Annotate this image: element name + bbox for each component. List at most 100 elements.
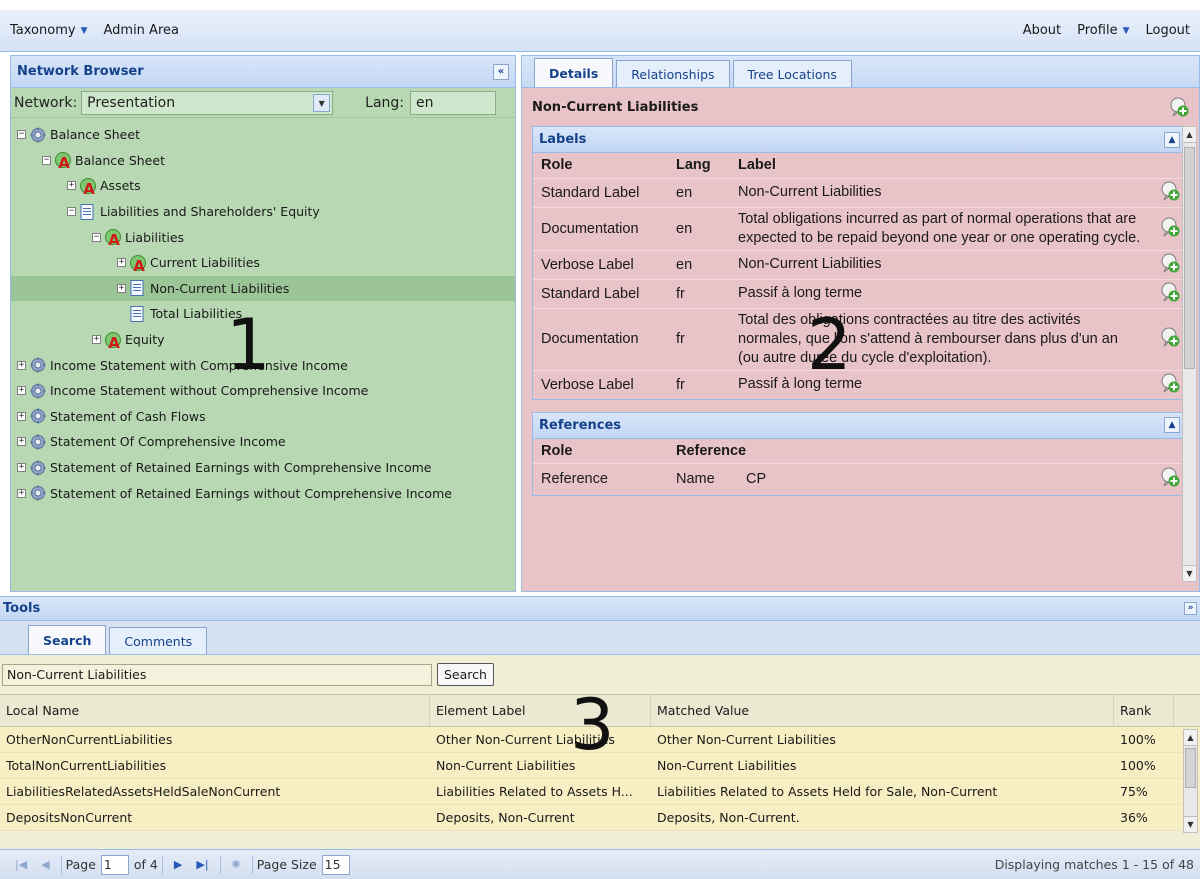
expand-icon[interactable]: + bbox=[17, 437, 26, 447]
details-panel: Details Relationships Tree Locations Non… bbox=[521, 55, 1200, 592]
tree-node[interactable]: + A Current Liabilities bbox=[11, 250, 515, 276]
column-header-empty bbox=[1150, 439, 1186, 464]
profile-menu[interactable]: Profile ▼ bbox=[1077, 23, 1129, 38]
table-row[interactable]: OtherNonCurrentLiabilities Other Non-Curr… bbox=[0, 727, 1200, 753]
column-header[interactable]: Matched Value bbox=[651, 695, 1114, 726]
collapse-down-icon[interactable]: » bbox=[1184, 602, 1197, 615]
collapse-icon[interactable]: − bbox=[42, 155, 51, 165]
refresh-icon[interactable]: ✺ bbox=[232, 858, 241, 871]
table-row[interactable]: TotalNonCurrentLiabilities Non-Current Li… bbox=[0, 753, 1200, 779]
label-row[interactable]: Verbose Label fr Passif à long terme bbox=[533, 369, 1186, 399]
expand-icon[interactable]: + bbox=[67, 181, 76, 191]
admin-area-link[interactable]: Admin Area bbox=[103, 23, 178, 38]
collapse-left-icon[interactable]: « bbox=[493, 63, 509, 80]
chevron-down-icon[interactable]: ▼ bbox=[313, 93, 331, 112]
label-row[interactable]: Verbose Label en Non-Current Liabilities bbox=[533, 249, 1186, 279]
tree-node[interactable]: − Balance Sheet bbox=[11, 122, 515, 148]
tab-relationships[interactable]: Relationships bbox=[616, 60, 730, 87]
add-icon[interactable] bbox=[1169, 97, 1189, 117]
about-link[interactable]: About bbox=[1023, 23, 1061, 38]
label-row[interactable]: Documentation fr Total des obligations con… bbox=[533, 307, 1186, 370]
separator bbox=[161, 855, 163, 874]
expand-icon[interactable]: + bbox=[17, 488, 26, 498]
page-number-input[interactable]: 1 bbox=[100, 854, 129, 875]
tree-node[interactable]: − Liabilities and Shareholders' Equity bbox=[11, 199, 515, 225]
column-header-empty bbox=[1150, 153, 1186, 178]
scroll-down-icon[interactable]: ▼ bbox=[1183, 565, 1196, 581]
taxonomy-menu[interactable]: Taxonomy ▼ bbox=[10, 23, 87, 38]
tree-node[interactable]: Total Liabilities bbox=[11, 301, 515, 327]
tree-node-label: Liabilities and Shareholders' Equity bbox=[100, 204, 320, 220]
result-rank-cell: 100% bbox=[1120, 732, 1156, 747]
collapse-icon[interactable]: − bbox=[17, 130, 26, 140]
table-row[interactable]: DepositsNonCurrent Deposits, Non-Current D… bbox=[0, 805, 1200, 831]
reference-row[interactable]: Reference Name CP bbox=[533, 463, 1186, 495]
prev-page-icon[interactable]: ◀ bbox=[41, 858, 49, 871]
references-section-title: References bbox=[539, 417, 622, 433]
add-comment-icon[interactable] bbox=[1160, 467, 1180, 487]
next-page-icon[interactable]: ▶ bbox=[174, 858, 182, 871]
collapse-icon[interactable]: − bbox=[67, 207, 76, 217]
tree-node[interactable]: + Statement Of Comprehensive Income bbox=[11, 429, 515, 455]
collapse-icon[interactable]: − bbox=[92, 232, 101, 242]
network-select-value: Presentation bbox=[87, 94, 176, 111]
scrollbar-thumb[interactable] bbox=[1184, 147, 1195, 369]
page-size-input[interactable]: 15 bbox=[321, 854, 350, 875]
expand-icon[interactable]: + bbox=[17, 386, 26, 396]
tree-node[interactable]: + A Assets bbox=[11, 173, 515, 199]
tree-node[interactable]: + Income Statement without Comprehensive … bbox=[11, 378, 515, 404]
column-header[interactable]: Local Name bbox=[0, 695, 430, 726]
expand-icon[interactable]: + bbox=[17, 360, 26, 370]
scroll-up-icon[interactable]: ▲ bbox=[1184, 730, 1197, 746]
table-row[interactable]: LiabilitiesRelatedAssetsHeldSaleNonCurre… bbox=[0, 779, 1200, 805]
last-page-icon[interactable]: ▶| bbox=[196, 858, 208, 871]
expand-icon[interactable]: + bbox=[117, 283, 126, 293]
tree-node[interactable]: + Statement of Retained Earnings without … bbox=[11, 480, 515, 506]
tree-node[interactable]: − A Liabilities bbox=[11, 224, 515, 250]
tree-node-label: Equity bbox=[125, 332, 165, 348]
gear-icon bbox=[30, 408, 46, 424]
search-input[interactable]: Non-Current Liabilities bbox=[2, 663, 432, 686]
expand-icon[interactable]: + bbox=[117, 258, 126, 268]
tree-node[interactable]: + Non-Current Liabilities bbox=[11, 275, 515, 302]
scroll-down-icon[interactable]: ▼ bbox=[1184, 816, 1197, 832]
add-comment-icon[interactable] bbox=[1160, 327, 1180, 347]
tree-node[interactable]: + Statement of Retained Earnings with Com… bbox=[11, 455, 515, 481]
tab-search[interactable]: Search bbox=[28, 625, 107, 654]
scrollbar-thumb[interactable] bbox=[1185, 748, 1196, 788]
tree-node[interactable]: + Income Statement with Comprehensive Inc… bbox=[11, 352, 515, 378]
first-page-icon[interactable]: |◀ bbox=[15, 858, 27, 871]
expand-icon[interactable]: + bbox=[17, 411, 26, 421]
add-comment-icon[interactable] bbox=[1160, 181, 1180, 201]
logout-link[interactable]: Logout bbox=[1145, 23, 1190, 38]
tab-comments[interactable]: Comments bbox=[109, 627, 208, 654]
add-comment-icon[interactable] bbox=[1160, 253, 1180, 273]
expand-icon[interactable]: + bbox=[92, 335, 101, 345]
label-row[interactable]: Standard Label en Non-Current Liabilities bbox=[533, 177, 1186, 207]
add-comment-icon[interactable] bbox=[1160, 282, 1180, 302]
column-header[interactable]: Rank bbox=[1114, 695, 1174, 726]
label-row[interactable]: Documentation en Total obligations incurre… bbox=[533, 206, 1186, 250]
tab-details[interactable]: Details bbox=[534, 58, 614, 87]
profile-menu-label: Profile bbox=[1077, 23, 1118, 38]
tab-tree-locations[interactable]: Tree Locations bbox=[732, 60, 852, 87]
results-scrollbar[interactable]: ▲ ▼ bbox=[1183, 729, 1198, 833]
tree-node[interactable]: − A Balance Sheet bbox=[11, 148, 515, 174]
chevron-up-icon[interactable]: ▲ bbox=[1164, 131, 1180, 148]
tree-node-label: Non-Current Liabilities bbox=[150, 280, 290, 296]
column-header[interactable]: Element Label bbox=[430, 695, 651, 726]
expand-icon[interactable]: + bbox=[17, 463, 26, 473]
row-action-cell bbox=[1150, 463, 1186, 495]
search-button[interactable]: Search bbox=[437, 663, 494, 686]
tree-node[interactable]: + A Equity bbox=[11, 327, 515, 353]
tree-node[interactable]: + Statement of Cash Flows bbox=[11, 404, 515, 430]
add-comment-icon[interactable] bbox=[1160, 217, 1180, 237]
chevron-up-icon[interactable]: ▲ bbox=[1164, 417, 1180, 433]
results-body: OtherNonCurrentLiabilities Other Non-Curr… bbox=[0, 727, 1200, 831]
add-comment-icon[interactable] bbox=[1160, 373, 1180, 393]
details-scrollbar[interactable]: ▲ ▼ bbox=[1182, 126, 1197, 582]
network-select[interactable]: Presentation ▼ bbox=[81, 90, 334, 115]
lang-input[interactable]: en bbox=[410, 90, 497, 115]
label-row[interactable]: Standard Label fr Passif à long terme bbox=[533, 278, 1186, 308]
scroll-up-icon[interactable]: ▲ bbox=[1183, 127, 1196, 143]
